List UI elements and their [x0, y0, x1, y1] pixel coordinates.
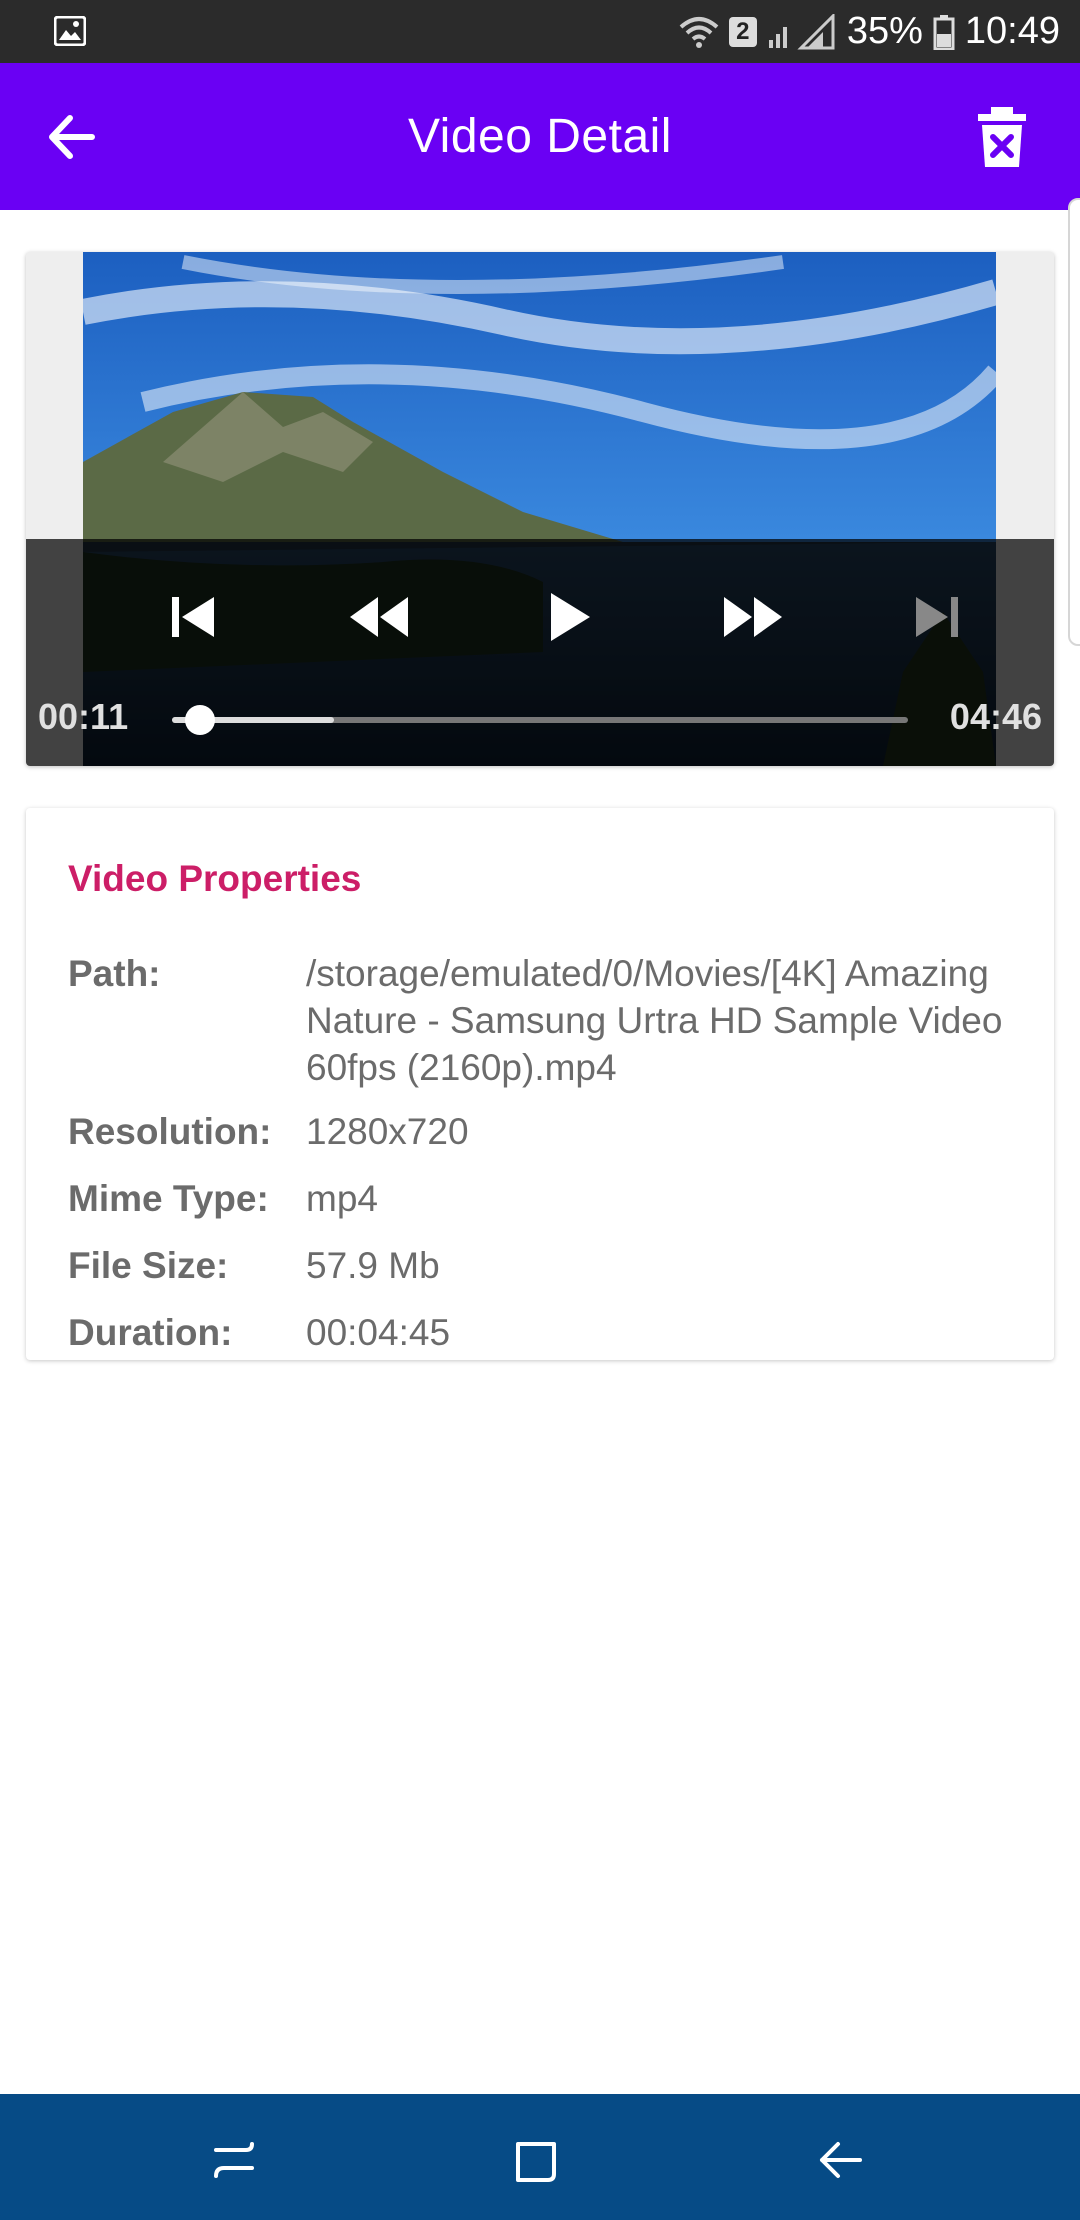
skip-previous-icon[interactable]	[158, 587, 228, 647]
wifi-icon	[679, 16, 719, 48]
property-label: Resolution:	[68, 1111, 272, 1152]
fast-forward-icon[interactable]	[718, 587, 788, 647]
video-player[interactable]: 00:11 04:46	[26, 252, 1054, 766]
property-row-path: Path: /storage/emulated/0/Movies/[4K] Am…	[68, 950, 1024, 1091]
rewind-icon[interactable]	[344, 587, 414, 647]
gallery-icon	[54, 16, 86, 46]
page-title: Video Detail	[408, 110, 672, 163]
property-label: Mime Type:	[68, 1178, 269, 1219]
current-time: 00:11	[38, 696, 129, 737]
player-controls: 00:11 04:46	[26, 539, 1054, 766]
property-value: 57.9 Mb	[306, 1245, 440, 1286]
back-icon[interactable]	[812, 2132, 868, 2188]
skip-next-icon[interactable]	[902, 587, 972, 647]
signal-icon	[768, 13, 835, 49]
property-row-mime-type: Mime Type: mp4	[68, 1175, 1024, 1222]
seek-bar[interactable]	[172, 705, 908, 735]
seek-thumb[interactable]	[184, 705, 215, 735]
property-value: mp4	[306, 1178, 378, 1219]
property-value: 00:04:45	[306, 1312, 451, 1353]
scroll-indicator[interactable]	[1068, 198, 1080, 646]
status-icons: 2 35% 10:49	[679, 0, 1060, 63]
play-icon[interactable]	[534, 587, 604, 647]
recent-apps-icon[interactable]	[206, 2132, 262, 2188]
duration-time: 04:46	[949, 696, 1042, 737]
home-icon[interactable]	[508, 2132, 564, 2188]
battery-icon	[933, 14, 955, 50]
system-nav-bar	[0, 2094, 1080, 2220]
status-bar: 2 35% 10:49	[0, 0, 1080, 63]
property-label: Duration:	[68, 1312, 233, 1353]
clock: 10:49	[964, 10, 1060, 52]
property-value: /storage/emulated/0/Movies/[4K] Amazing …	[306, 953, 1003, 1088]
property-row-resolution: Resolution: 1280x720	[68, 1108, 1024, 1155]
properties-title: Video Properties	[68, 858, 362, 899]
sim-badge: 2	[728, 16, 757, 47]
app-bar: Video Detail	[0, 63, 1080, 210]
trash-x-icon[interactable]	[972, 105, 1032, 169]
battery-percent: 35%	[846, 10, 923, 52]
property-value: 1280x720	[306, 1111, 469, 1152]
property-label: Path:	[68, 953, 161, 994]
video-properties-card: Video Properties Path: /storage/emulated…	[26, 808, 1054, 1360]
property-row-duration: Duration: 00:04:45	[68, 1309, 1024, 1356]
property-row-file-size: File Size: 57.9 Mb	[68, 1242, 1024, 1289]
property-label: File Size:	[68, 1245, 229, 1286]
